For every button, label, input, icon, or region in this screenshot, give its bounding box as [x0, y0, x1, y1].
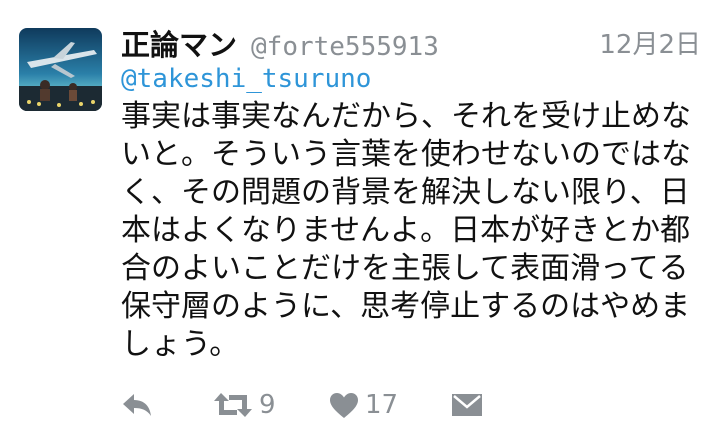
like-button[interactable]: 17: [329, 387, 398, 423]
tweet-actions: 9 17: [121, 387, 521, 423]
retweet-icon: [214, 393, 252, 417]
tweet-text: 事実は事実なんだから、それを受け止めな いと。そういう言葉を使わせないのではな …: [121, 98, 701, 364]
direct-message-button[interactable]: [451, 387, 483, 423]
user-handle[interactable]: @forte555913: [251, 32, 439, 62]
envelope-icon: [452, 394, 482, 416]
tweet: 正論マン @forte555913 12月2日 @takeshi_tsuruno…: [0, 0, 720, 443]
retweet-count: 9: [259, 390, 276, 420]
reply-button[interactable]: [121, 387, 153, 423]
retweet-button[interactable]: 9: [213, 387, 276, 423]
heart-icon: [330, 392, 358, 418]
like-count: 17: [365, 390, 399, 420]
tweet-header: 正論マン @forte555913 12月2日: [121, 22, 701, 62]
tweet-text-line: 保守層のように、思考停止するのはやめま: [121, 289, 691, 324]
avatar-image: [19, 28, 102, 111]
reply-icon: [123, 394, 151, 416]
tweet-text-line: しょう。: [121, 327, 240, 362]
tweet-text-line: く、その問題の背景を解決しない限り、日: [121, 175, 690, 210]
timestamp[interactable]: 12月2日: [599, 24, 701, 61]
tweet-text-line: いと。そういう言葉を使わせないのではな: [121, 137, 691, 172]
display-name[interactable]: 正論マン: [121, 22, 237, 64]
tweet-text-line: 事実は事実なんだから、それを受け止めな: [121, 99, 691, 134]
tweet-text-line: 本はよくなりませんよ。日本が好きとか都: [121, 213, 691, 248]
tweet-text-line: 合のよいことだけを主張して表面滑ってる: [121, 251, 689, 286]
reply-to-mention[interactable]: @takeshi_tsuruno: [121, 64, 371, 94]
avatar[interactable]: [19, 28, 102, 111]
